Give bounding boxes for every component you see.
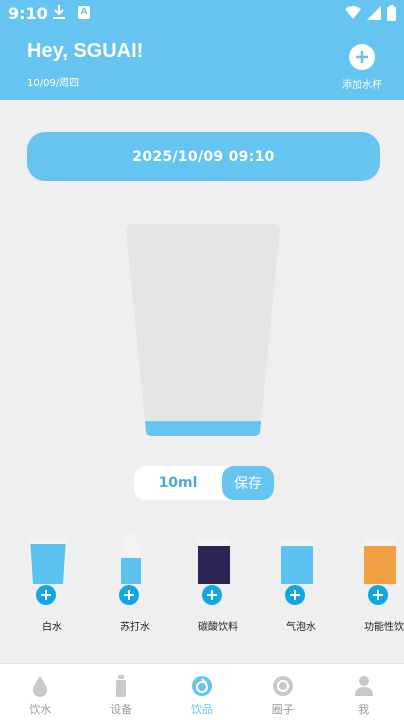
save-button[interactable]: 保存: [222, 466, 274, 500]
tab-circle[interactable]: 圈子: [242, 664, 323, 720]
plus-icon: [119, 585, 139, 605]
can-icon: [364, 538, 396, 584]
add-cup-label: 添加水杯: [342, 80, 382, 91]
water-drop-icon: [28, 674, 52, 698]
drink-name: 气泡水: [286, 622, 316, 633]
tab-label: 饮水: [29, 703, 52, 716]
drink-type-list: 白水 苏打水 碳酸饮料 气泡水 功能性饮: [0, 530, 404, 640]
drinks-icon: [190, 674, 214, 698]
can-icon: [281, 538, 313, 584]
water-cup-illustration: [126, 224, 280, 436]
signal-icon: [367, 6, 381, 20]
bottle-device-icon: [109, 674, 133, 698]
plus-icon: [368, 585, 388, 605]
cup-water-level: [126, 421, 280, 436]
tab-label: 我: [358, 703, 370, 716]
drink-name: 苏打水: [120, 622, 150, 633]
datetime-selector[interactable]: 2025/10/09 09:10: [27, 132, 380, 181]
wifi-icon: [345, 6, 361, 19]
person-icon: [352, 674, 376, 698]
plus-icon: [349, 44, 375, 70]
status-bar: 9:10 A: [0, 0, 404, 28]
header-date: 10/09/周四: [27, 78, 80, 89]
bottle-icon: [121, 533, 141, 584]
greeting-title: Hey, SGUAI!: [27, 40, 144, 62]
tab-device[interactable]: 设备: [81, 664, 162, 720]
can-icon: [198, 538, 230, 584]
tab-drink-water[interactable]: 饮水: [0, 664, 81, 720]
drink-item-soda-water[interactable]: 苏打水: [107, 530, 163, 640]
circle-icon: [271, 674, 295, 698]
drink-item-functional[interactable]: 功能性饮: [356, 530, 404, 640]
plus-icon: [285, 585, 305, 605]
download-icon: [52, 4, 66, 24]
tab-me[interactable]: 我: [323, 664, 404, 720]
amount-value[interactable]: 10ml: [134, 466, 222, 500]
app-notification-icon: A: [78, 6, 90, 19]
cup-icon: [30, 538, 66, 584]
tab-label: 饮品: [190, 703, 213, 716]
drink-name: 碳酸饮料: [198, 622, 238, 633]
drink-item-carbonated[interactable]: 碳酸饮料: [190, 530, 246, 640]
drink-name: 白水: [42, 622, 62, 633]
cup-body: [126, 224, 280, 436]
tab-label: 设备: [110, 703, 133, 716]
drink-name: 功能性饮: [364, 622, 404, 633]
tab-drinks[interactable]: 饮品: [162, 664, 243, 720]
add-cup-button[interactable]: 添加水杯: [340, 44, 384, 91]
plus-icon: [36, 585, 56, 605]
header: Hey, SGUAI! 10/09/周四 添加水杯: [0, 28, 404, 100]
battery-icon: [387, 5, 396, 21]
amount-control: 10ml 保存: [134, 466, 274, 500]
drink-item-sparkling-water[interactable]: 气泡水: [273, 530, 329, 640]
plus-icon: [202, 585, 222, 605]
status-time: 9:10: [8, 4, 48, 23]
status-icons: [345, 5, 396, 21]
tab-label: 圈子: [271, 703, 294, 716]
bottom-tab-bar: 饮水 设备 饮品 圈子 我: [0, 663, 404, 720]
drink-item-plain-water[interactable]: 白水: [24, 530, 80, 640]
